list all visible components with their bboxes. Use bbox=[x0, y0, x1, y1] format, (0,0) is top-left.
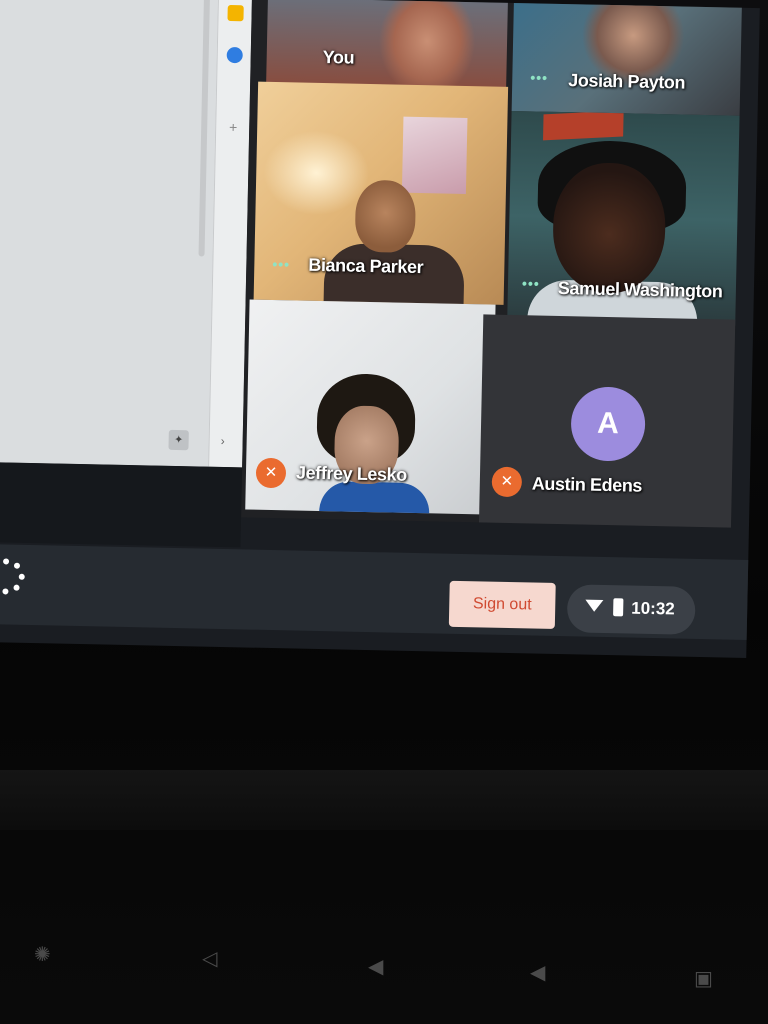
microphone-off-icon: ✕ bbox=[255, 457, 287, 489]
audio-indicator-icon: ••• bbox=[272, 255, 291, 273]
tile-josiah-payton[interactable]: ••• Josiah Payton bbox=[511, 2, 742, 116]
mute-key-icon: ◁ bbox=[202, 948, 218, 970]
document-area bbox=[0, 0, 218, 467]
lock-icon: ▣ bbox=[694, 968, 713, 990]
tasks-icon[interactable] bbox=[226, 46, 243, 64]
tile-bianca-parker[interactable]: ••• Bianca Parker bbox=[253, 81, 509, 305]
add-icon[interactable]: + bbox=[225, 119, 241, 135]
left-panel: + ✦ › bbox=[0, 0, 252, 468]
battery-icon bbox=[613, 598, 624, 617]
laptop-hinge bbox=[0, 770, 768, 830]
participant-name: Jeffrey Lesko bbox=[295, 462, 408, 485]
keyboard-function-row: ✺ ◁ ◀ ◀ ▣ bbox=[0, 930, 768, 1024]
participant-name: You bbox=[322, 46, 355, 68]
desktop-wallpaper bbox=[0, 461, 243, 548]
audio-indicator-icon: ••• bbox=[530, 69, 549, 86]
participant-name: Josiah Payton bbox=[568, 70, 686, 93]
person-head bbox=[354, 179, 417, 253]
photo-of-laptop: + ✦ › You ••• Josiah Payton ••• Bianca P… bbox=[0, 0, 768, 1024]
sign-out-button[interactable]: Sign out bbox=[448, 580, 556, 629]
chevron-right-icon[interactable]: › bbox=[221, 434, 225, 448]
participant-name: Austin Edens bbox=[531, 473, 643, 496]
person-body bbox=[318, 481, 430, 515]
audio-indicator-icon: ••• bbox=[521, 275, 540, 292]
clock-time: 10:32 bbox=[631, 598, 675, 619]
laptop-screen: + ✦ › You ••• Josiah Payton ••• Bianca P… bbox=[0, 0, 760, 658]
person-head bbox=[551, 161, 667, 295]
tile-jeffrey-lesko[interactable]: ✕ Jeffrey Lesko bbox=[245, 299, 496, 515]
chromeos-shelf: Sign out 10:32 bbox=[0, 543, 749, 640]
status-tray[interactable]: 10:32 bbox=[566, 584, 696, 635]
brightness-icon: ✺ bbox=[34, 944, 51, 966]
wifi-icon bbox=[585, 599, 604, 612]
wall-poster bbox=[401, 116, 468, 195]
avatar: A bbox=[570, 386, 646, 462]
keep-icon[interactable] bbox=[227, 4, 244, 22]
volume-down-icon: ◀ bbox=[368, 956, 384, 978]
meet-video-grid: You ••• Josiah Payton ••• Bianca Parker … bbox=[241, 0, 742, 528]
tile-austin-edens[interactable]: A ✕ Austin Edens bbox=[479, 314, 736, 528]
wall-pennant bbox=[543, 110, 624, 141]
microphone-off-icon: ✕ bbox=[491, 466, 523, 498]
tile-samuel-washington[interactable]: ••• Samuel Washington bbox=[507, 110, 740, 326]
participant-name: Bianca Parker bbox=[308, 254, 424, 278]
launcher-icon[interactable] bbox=[0, 556, 26, 597]
volume-up-icon: ◀ bbox=[530, 962, 546, 984]
participant-name: Samuel Washington bbox=[557, 277, 723, 302]
explore-icon[interactable]: ✦ bbox=[168, 429, 189, 451]
